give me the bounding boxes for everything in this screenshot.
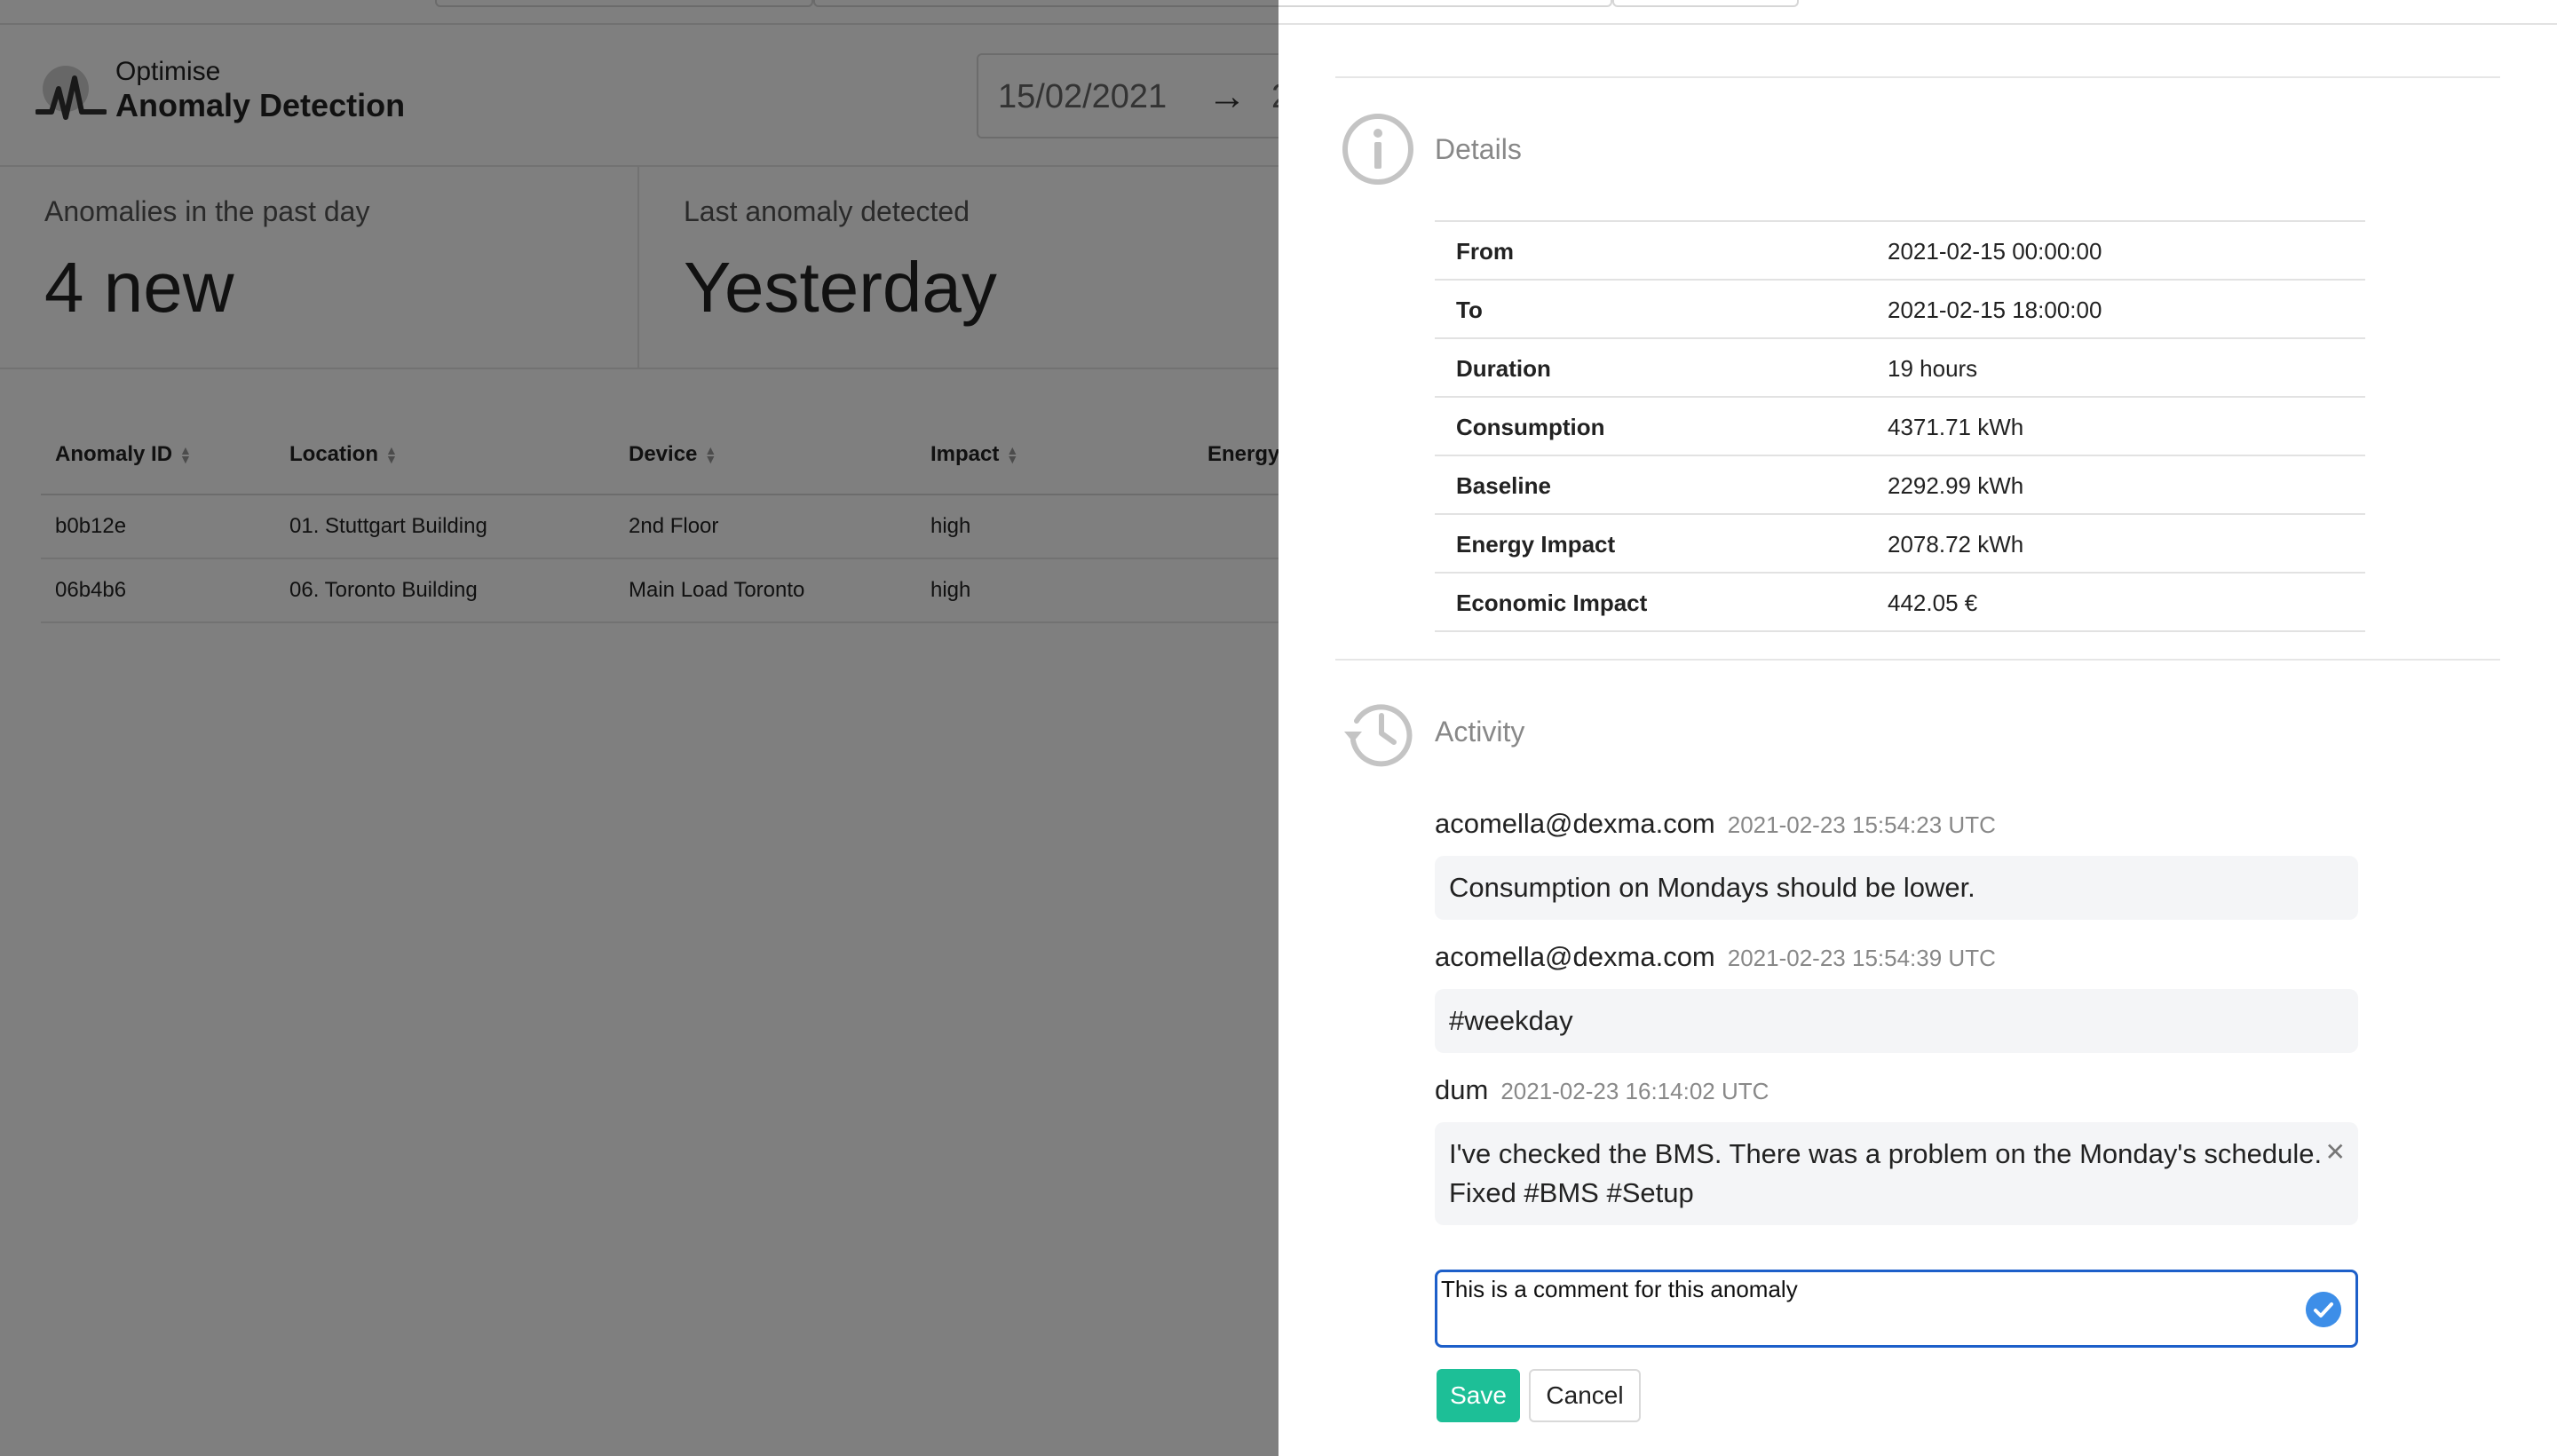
history-icon (1344, 704, 1413, 767)
save-button[interactable]: Save (1437, 1369, 1520, 1422)
details-row: From 2021-02-15 00:00:00 (1435, 222, 2365, 281)
comment-author: acomella@dexma.com (1435, 808, 1715, 839)
details-row: Duration 19 hours (1435, 339, 2365, 398)
divider (1335, 659, 2500, 661)
comment-item: acomella@dexma.com 2021-02-23 15:54:39 UT… (1435, 941, 2358, 1053)
comment-text: Fixed #BMS #Setup (1449, 1177, 1694, 1208)
check-circle-icon[interactable] (2306, 1292, 2341, 1327)
comment-timestamp: 2021-02-23 15:54:39 UTC (1727, 945, 1996, 971)
details-title: Details (1435, 133, 1522, 165)
comment-bubble: #weekday (1435, 989, 2358, 1053)
comment-item: dum 2021-02-23 16:14:02 UTC I've checked … (1435, 1074, 2358, 1225)
comment-text: Consumption on Mondays should be lower. (1449, 872, 1975, 903)
details-row: Consumption 4371.71 kWh (1435, 398, 2365, 456)
details-row: Energy Impact 2078.72 kWh (1435, 515, 2365, 574)
comment-input[interactable]: This is a comment for this anomaly (1441, 1276, 2293, 1341)
divider (1335, 76, 2500, 78)
info-icon (1342, 114, 1413, 185)
comment-text: #weekday (1449, 1005, 1573, 1036)
comment-bubble: Consumption on Mondays should be lower. (1435, 856, 2358, 920)
details-row: Baseline 2292.99 kWh (1435, 456, 2365, 515)
details-row: To 2021-02-15 18:00:00 (1435, 281, 2365, 339)
comment-author: dum (1435, 1074, 1489, 1105)
comment-bubble: I've checked the BMS. There was a proble… (1435, 1122, 2358, 1225)
comment-timestamp: 2021-02-23 15:54:23 UTC (1727, 811, 1996, 838)
comment-item: acomella@dexma.com 2021-02-23 15:54:23 UT… (1435, 808, 2358, 920)
anomaly-detail-drawer: Details From 2021-02-15 00:00:00 To 2021-0… (1278, 25, 2557, 1456)
details-row: Economic Impact 442.05 € (1435, 574, 2365, 632)
comment-author: acomella@dexma.com (1435, 941, 1715, 972)
details-table: From 2021-02-15 00:00:00 To 2021-02-15 18:… (1435, 220, 2365, 632)
modal-backdrop[interactable] (0, 0, 1278, 1456)
close-icon[interactable]: ✕ (2325, 1140, 2346, 1165)
cancel-button[interactable]: Cancel (1529, 1369, 1641, 1422)
comment-timestamp: 2021-02-23 16:14:02 UTC (1500, 1078, 1769, 1104)
comment-input-box[interactable]: This is a comment for this anomaly (1435, 1270, 2358, 1348)
comment-text: I've checked the BMS. There was a proble… (1449, 1138, 2323, 1169)
activity-title: Activity (1435, 716, 1525, 748)
toolbar-segment (1612, 0, 1799, 7)
